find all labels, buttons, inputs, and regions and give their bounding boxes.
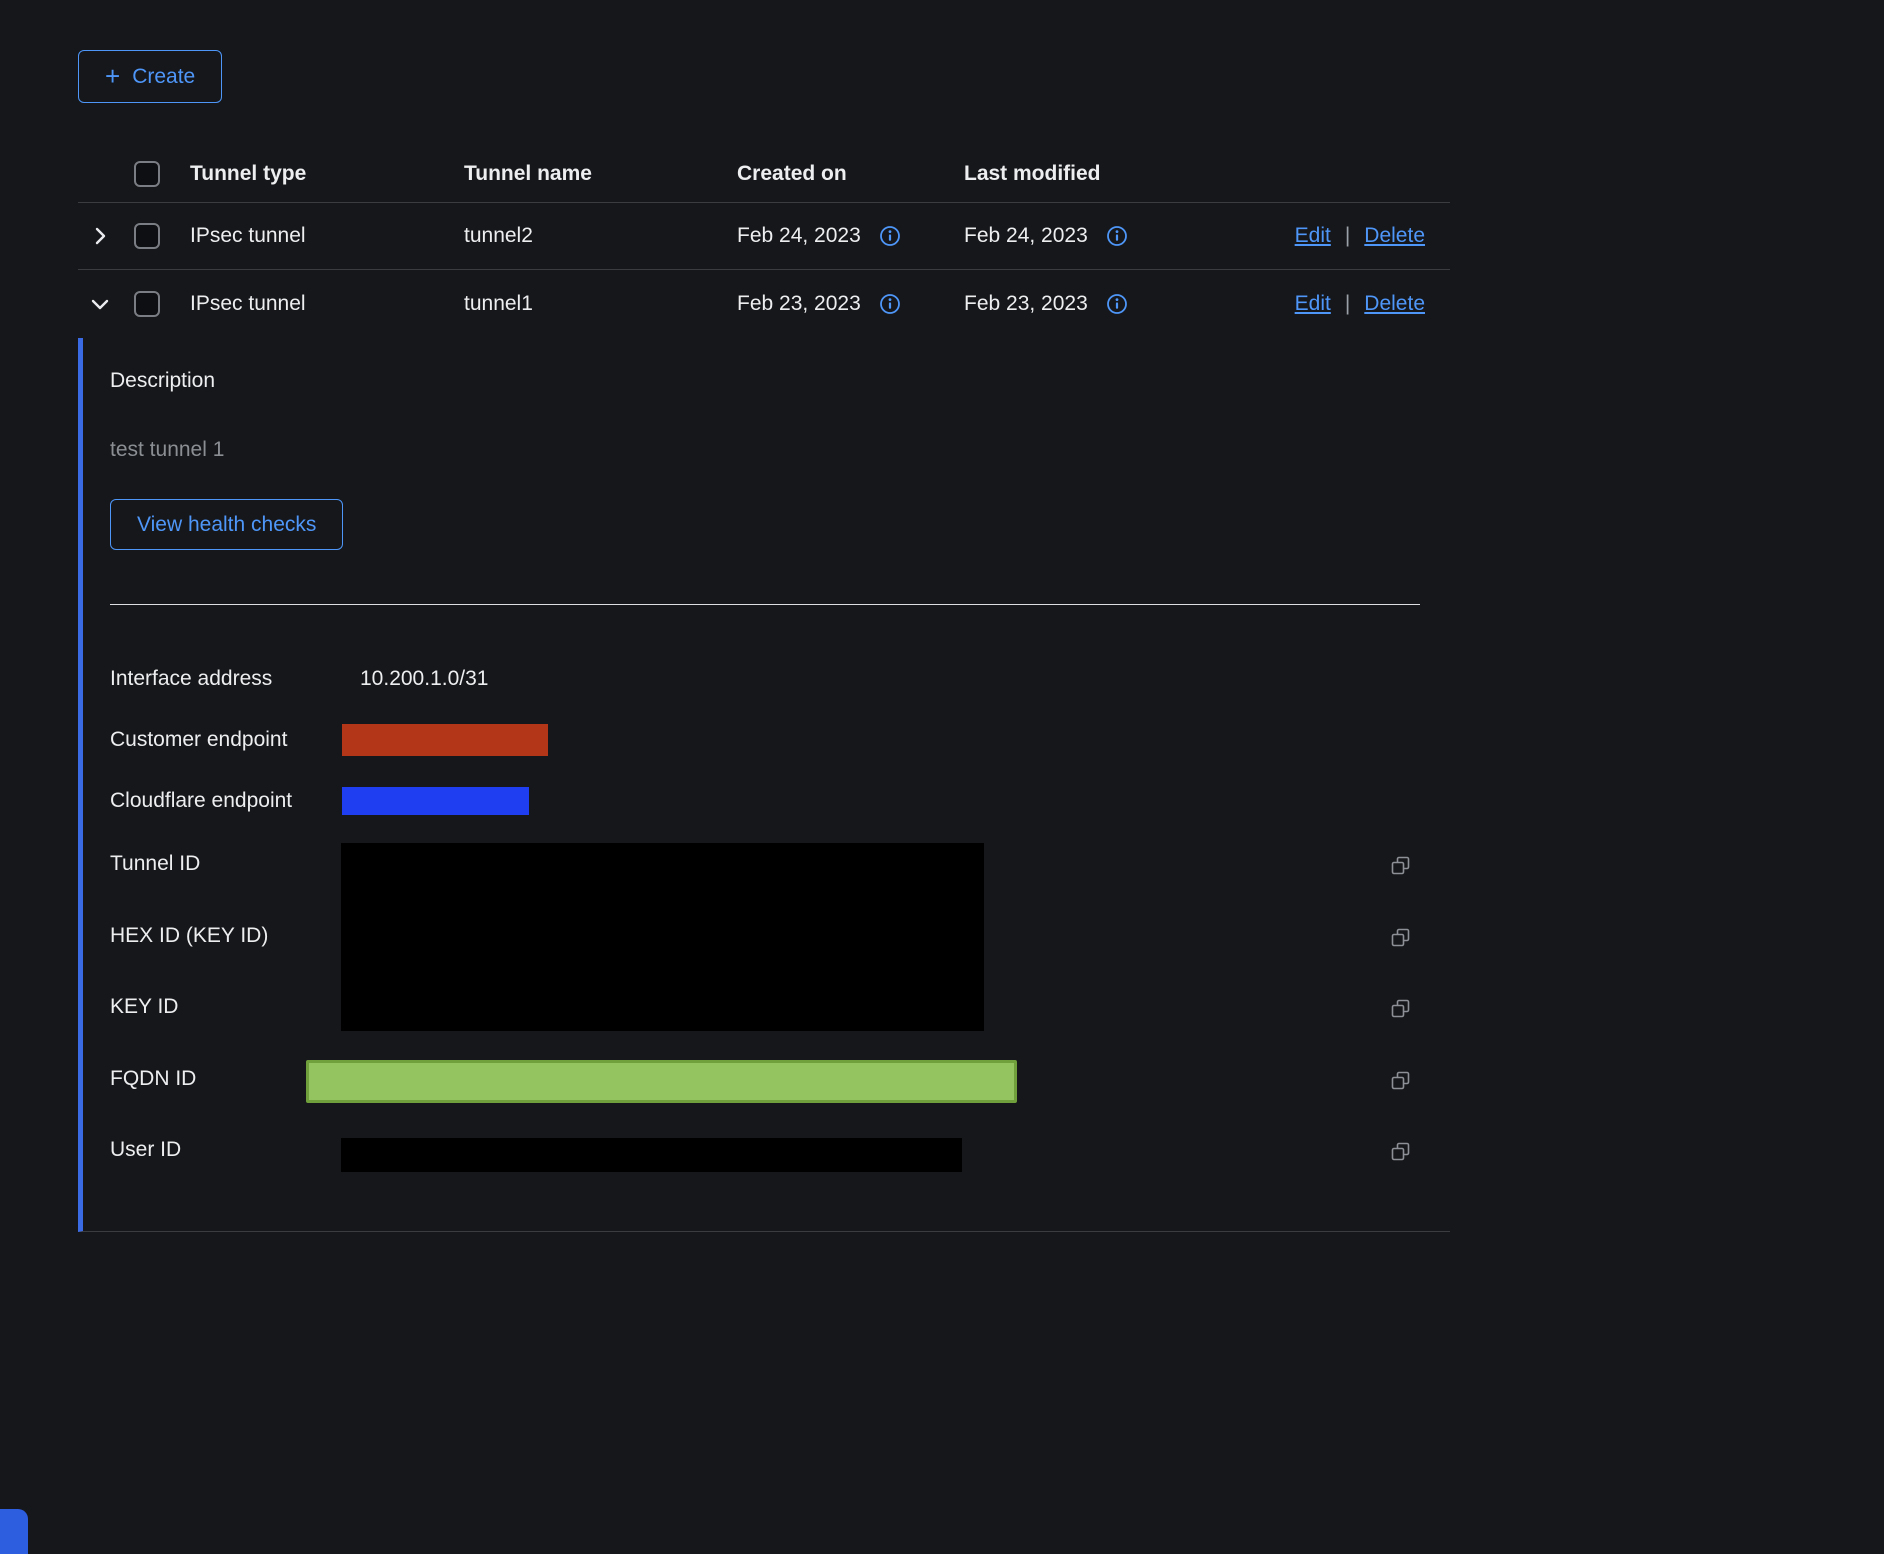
tunnel-name-value: tunnel1 bbox=[464, 292, 533, 316]
view-health-checks-button[interactable]: View health checks bbox=[110, 499, 343, 550]
tunnel-type-value: IPsec tunnel bbox=[190, 292, 306, 316]
user-id-redacted-value bbox=[341, 1138, 962, 1172]
create-button-label: Create bbox=[132, 65, 195, 89]
ids-redacted-values bbox=[341, 843, 984, 1031]
user-id-label: User ID bbox=[110, 1136, 181, 1164]
fqdn-id-redacted-value bbox=[306, 1060, 1017, 1103]
info-icon[interactable] bbox=[1106, 293, 1128, 315]
copy-button-tunnel-id[interactable] bbox=[1390, 855, 1412, 877]
info-icon[interactable] bbox=[1106, 225, 1128, 247]
description-value: test tunnel 1 bbox=[110, 438, 224, 462]
copy-button-fqdn-id[interactable] bbox=[1390, 1070, 1412, 1092]
expanded-row-detail: Description test tunnel 1 View health ch… bbox=[78, 338, 1450, 1232]
plus-icon: + bbox=[105, 63, 120, 89]
select-all-checkbox[interactable] bbox=[134, 161, 160, 187]
column-header-last-modified: Last modified bbox=[964, 162, 1101, 186]
interface-address-value: 10.200.1.0/31 bbox=[360, 665, 488, 693]
tunnel-id-label: Tunnel ID bbox=[110, 850, 200, 878]
fqdn-id-label: FQDN ID bbox=[110, 1065, 196, 1093]
created-on-value: Feb 24, 2023 bbox=[737, 224, 861, 248]
expand-row-button[interactable] bbox=[84, 220, 116, 252]
tunnel-name-value: tunnel2 bbox=[464, 224, 533, 248]
copy-icon bbox=[1390, 998, 1412, 1020]
column-header-created-on: Created on bbox=[737, 162, 847, 186]
row-checkbox[interactable] bbox=[134, 223, 160, 249]
copy-button-key-id[interactable] bbox=[1390, 998, 1412, 1020]
actions-separator: | bbox=[1345, 224, 1350, 248]
tunnels-page: + Create Tunnel type Tunnel name Created… bbox=[0, 0, 1884, 1554]
hex-id-label: HEX ID (KEY ID) bbox=[110, 922, 268, 950]
copy-icon bbox=[1390, 1070, 1412, 1092]
create-button[interactable]: + Create bbox=[78, 50, 222, 103]
row-checkbox[interactable] bbox=[134, 291, 160, 317]
cloudflare-endpoint-redacted-value bbox=[342, 787, 529, 815]
delete-link[interactable]: Delete bbox=[1364, 292, 1425, 316]
tunnels-table: Tunnel type Tunnel name Created on Last … bbox=[78, 146, 1450, 1232]
customer-endpoint-label: Customer endpoint bbox=[110, 726, 287, 754]
bottom-left-accent bbox=[0, 1509, 28, 1554]
column-header-tunnel-name: Tunnel name bbox=[464, 162, 592, 186]
info-icon[interactable] bbox=[879, 225, 901, 247]
key-id-label: KEY ID bbox=[110, 993, 178, 1021]
column-header-tunnel-type: Tunnel type bbox=[190, 162, 306, 186]
delete-link[interactable]: Delete bbox=[1364, 224, 1425, 248]
edit-link[interactable]: Edit bbox=[1295, 292, 1331, 316]
interface-address-label: Interface address bbox=[110, 665, 272, 693]
copy-icon bbox=[1390, 1141, 1412, 1163]
copy-icon bbox=[1390, 927, 1412, 949]
actions-separator: | bbox=[1345, 292, 1350, 316]
chevron-right-icon bbox=[88, 224, 112, 248]
section-divider bbox=[110, 604, 1420, 605]
copy-icon bbox=[1390, 855, 1412, 877]
chevron-down-icon bbox=[88, 292, 112, 316]
customer-endpoint-redacted-value bbox=[342, 724, 548, 756]
description-label: Description bbox=[110, 369, 215, 393]
tunnel-type-value: IPsec tunnel bbox=[190, 224, 306, 248]
table-row-tunnel2: IPsec tunnel tunnel2 Feb 24, 2023 Feb 24… bbox=[78, 203, 1450, 270]
table-header: Tunnel type Tunnel name Created on Last … bbox=[78, 146, 1450, 203]
cloudflare-endpoint-label: Cloudflare endpoint bbox=[110, 787, 292, 815]
table-row-tunnel1: IPsec tunnel tunnel1 Feb 23, 2023 Feb 23… bbox=[78, 270, 1450, 338]
created-on-value: Feb 23, 2023 bbox=[737, 292, 861, 316]
last-modified-value: Feb 24, 2023 bbox=[964, 224, 1088, 248]
copy-button-user-id[interactable] bbox=[1390, 1141, 1412, 1163]
copy-button-hex-id[interactable] bbox=[1390, 927, 1412, 949]
edit-link[interactable]: Edit bbox=[1295, 224, 1331, 248]
collapse-row-button[interactable] bbox=[84, 288, 116, 320]
last-modified-value: Feb 23, 2023 bbox=[964, 292, 1088, 316]
info-icon[interactable] bbox=[879, 293, 901, 315]
